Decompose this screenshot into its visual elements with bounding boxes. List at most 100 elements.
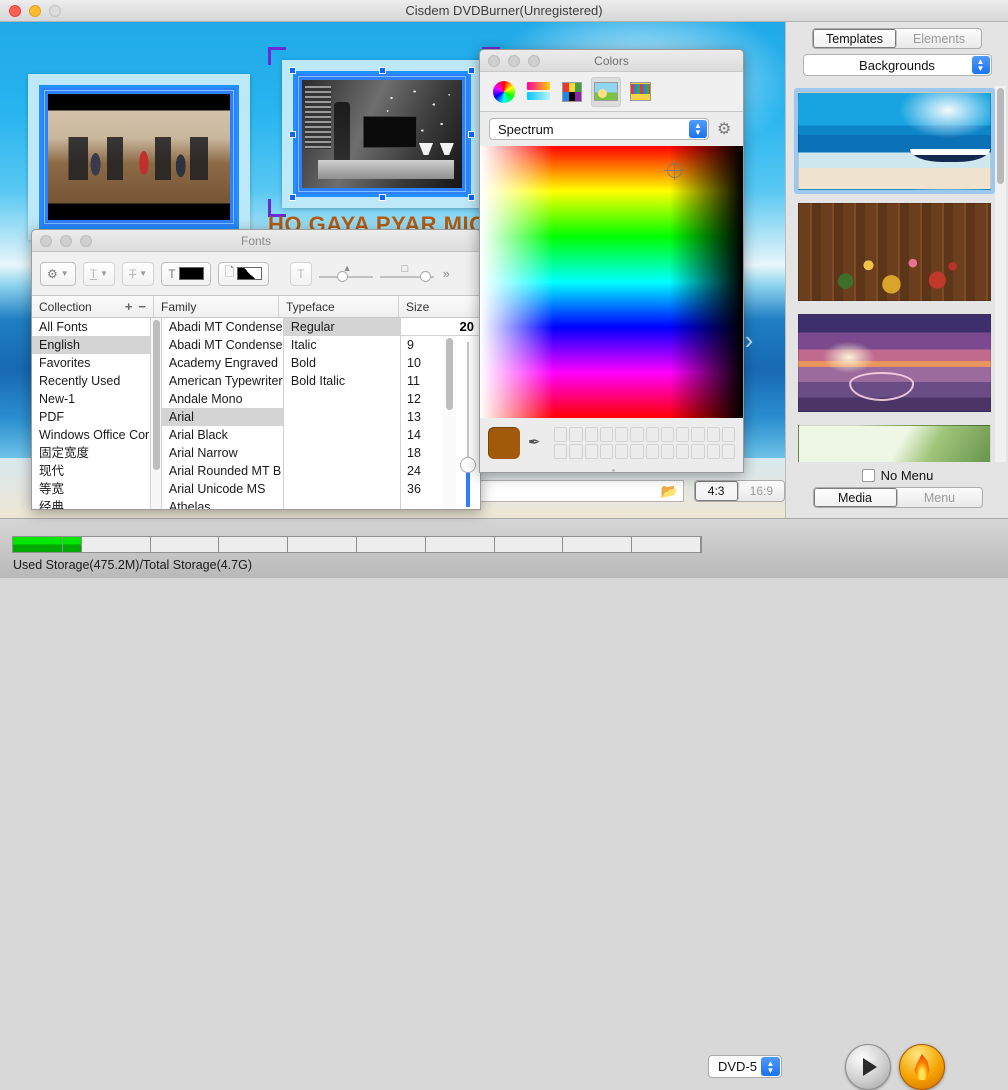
resize-grip-icon[interactable]: [611, 469, 615, 472]
swatch-cell-2[interactable]: [584, 427, 598, 442]
swatch-cell-22[interactable]: [706, 444, 720, 459]
family-item-1[interactable]: Abadi MT Condense: [162, 336, 283, 354]
pencils-tab[interactable]: [625, 77, 655, 107]
stepper-icon[interactable]: ▲ ▼: [971, 56, 990, 74]
tab-menu[interactable]: Menu: [898, 488, 982, 507]
saved-swatch-grid[interactable]: [554, 427, 735, 459]
disc-type-select[interactable]: DVD-5 ▲ ▼: [708, 1055, 782, 1078]
aspect-ratio-16-9[interactable]: 16:9: [739, 481, 784, 501]
shadow-opacity-slider[interactable]: ▲: [318, 263, 373, 285]
collection-item-6[interactable]: Windows Office Cor: [32, 426, 150, 444]
tab-elements[interactable]: Elements: [897, 29, 981, 48]
category-select[interactable]: Backgrounds ▲ ▼: [802, 54, 992, 76]
scrollbar-thumb[interactable]: [153, 320, 161, 470]
fonts-underline-button[interactable]: T ▼: [82, 261, 115, 286]
color-wheel-tab[interactable]: [489, 77, 519, 107]
swatch-cell-11[interactable]: [721, 427, 735, 442]
output-path-input[interactable]: 📂: [478, 480, 684, 502]
swatch-cell-18[interactable]: [645, 444, 659, 459]
preview-play-button[interactable]: [845, 1044, 891, 1090]
colors-panel[interactable]: Colors Spectrum ▲ ▼ ⚙ ✒: [479, 49, 744, 473]
menu-thumbnail-1[interactable]: [28, 74, 250, 240]
collection-item-0[interactable]: All Fonts: [32, 318, 150, 336]
swatch-cell-15[interactable]: [599, 444, 613, 459]
collection-item-3[interactable]: Recently Used: [32, 372, 150, 390]
picker-mode-select[interactable]: Spectrum ▲ ▼: [489, 118, 709, 140]
swatch-cell-9[interactable]: [691, 427, 705, 442]
family-item-10[interactable]: Athelas: [162, 498, 283, 509]
tab-media[interactable]: Media: [813, 488, 898, 507]
swatch-cell-4[interactable]: [615, 427, 629, 442]
background-list[interactable]: [786, 83, 1008, 484]
current-color-swatch[interactable]: [488, 427, 520, 459]
swatch-cell-13[interactable]: [569, 444, 583, 459]
color-sliders-tab[interactable]: [523, 77, 553, 107]
size-item-0[interactable]: 9: [401, 336, 443, 354]
size-item-5[interactable]: 14: [401, 426, 443, 444]
swatch-cell-10[interactable]: [706, 427, 720, 442]
family-item-3[interactable]: American Typewriter: [162, 372, 283, 390]
slider-knob[interactable]: [460, 457, 477, 473]
collection-item-1[interactable]: English: [32, 336, 151, 354]
swatch-cell-17[interactable]: [630, 444, 644, 459]
size-item-1[interactable]: 10: [401, 354, 443, 372]
fonts-document-color-button[interactable]: 🗋: [217, 261, 270, 286]
colors-gear-icon[interactable]: ⚙: [717, 121, 734, 138]
family-item-7[interactable]: Arial Narrow: [162, 444, 283, 462]
scrollbar-thumb[interactable]: [446, 338, 454, 410]
typeface-list[interactable]: Regular Italic Bold Bold Italic: [283, 318, 402, 509]
eyedropper-icon[interactable]: ✒: [528, 427, 546, 457]
family-scrollbar[interactable]: [151, 318, 162, 509]
size-item-4[interactable]: 13: [401, 408, 443, 426]
family-item-0[interactable]: Abadi MT Condense: [162, 318, 283, 336]
swatch-cell-1[interactable]: [569, 427, 583, 442]
swatch-cell-20[interactable]: [676, 444, 690, 459]
collection-item-10[interactable]: 经典: [32, 498, 150, 509]
size-scrollbar[interactable]: [443, 336, 457, 509]
slider-knob[interactable]: [419, 270, 431, 282]
add-collection-button[interactable]: +: [125, 299, 133, 314]
swatch-cell-7[interactable]: [660, 427, 674, 442]
fonts-action-gear-button[interactable]: ⚙ ▼: [40, 261, 76, 286]
slider-knob[interactable]: [336, 270, 348, 282]
family-item-5[interactable]: Arial: [161, 408, 283, 426]
size-item-8[interactable]: 36: [401, 480, 443, 498]
image-palettes-tab[interactable]: [591, 76, 621, 107]
size-value-input[interactable]: 20: [401, 318, 480, 336]
stepper-icon[interactable]: ▲ ▼: [761, 1057, 780, 1076]
aspect-ratio-segmented-control[interactable]: 4:3 16:9: [693, 480, 785, 502]
swatch-cell-12[interactable]: [554, 444, 568, 459]
swatch-cell-23[interactable]: [721, 444, 735, 459]
background-item-purple-sunset-heart[interactable]: [794, 310, 995, 416]
background-item-wood-garden-tools[interactable]: [794, 199, 995, 305]
sidebar-tabs[interactable]: Templates Elements: [812, 28, 982, 49]
typeface-item-2[interactable]: Bold: [284, 354, 400, 372]
swatch-cell-0[interactable]: [554, 427, 568, 442]
scrollbar-thumb[interactable]: [997, 88, 1004, 184]
shadow-blur-slider[interactable]: □: [379, 263, 434, 285]
spectrum-picker[interactable]: [480, 146, 743, 418]
size-item-3[interactable]: 12: [401, 390, 443, 408]
family-item-8[interactable]: Arial Rounded MT B: [162, 462, 283, 480]
swatch-cell-3[interactable]: [599, 427, 613, 442]
swatch-cell-19[interactable]: [660, 444, 674, 459]
background-item-beach-boat[interactable]: [794, 88, 995, 194]
menu-thumbnail-2[interactable]: [282, 60, 482, 208]
typeface-item-3[interactable]: Bold Italic: [284, 372, 400, 390]
swatch-cell-5[interactable]: [630, 427, 644, 442]
collection-item-9[interactable]: 等宽: [32, 480, 150, 498]
collection-item-5[interactable]: PDF: [32, 408, 150, 426]
fonts-shadow-button[interactable]: T: [290, 261, 312, 286]
family-list[interactable]: Abadi MT Condense Abadi MT Condense Academ…: [161, 318, 284, 509]
media-menu-segmented-control[interactable]: Media Menu: [812, 487, 983, 508]
remove-collection-button[interactable]: −: [138, 299, 146, 314]
no-menu-checkbox[interactable]: [861, 469, 875, 482]
swatch-cell-16[interactable]: [615, 444, 629, 459]
fonts-more-icon[interactable]: »: [443, 266, 450, 281]
size-item-7[interactable]: 24: [401, 462, 443, 480]
typeface-item-0[interactable]: Regular: [283, 318, 401, 336]
swatch-cell-8[interactable]: [676, 427, 690, 442]
collection-item-8[interactable]: 现代: [32, 462, 150, 480]
stepper-icon[interactable]: ▲ ▼: [689, 120, 707, 138]
size-item-2[interactable]: 11: [401, 372, 443, 390]
